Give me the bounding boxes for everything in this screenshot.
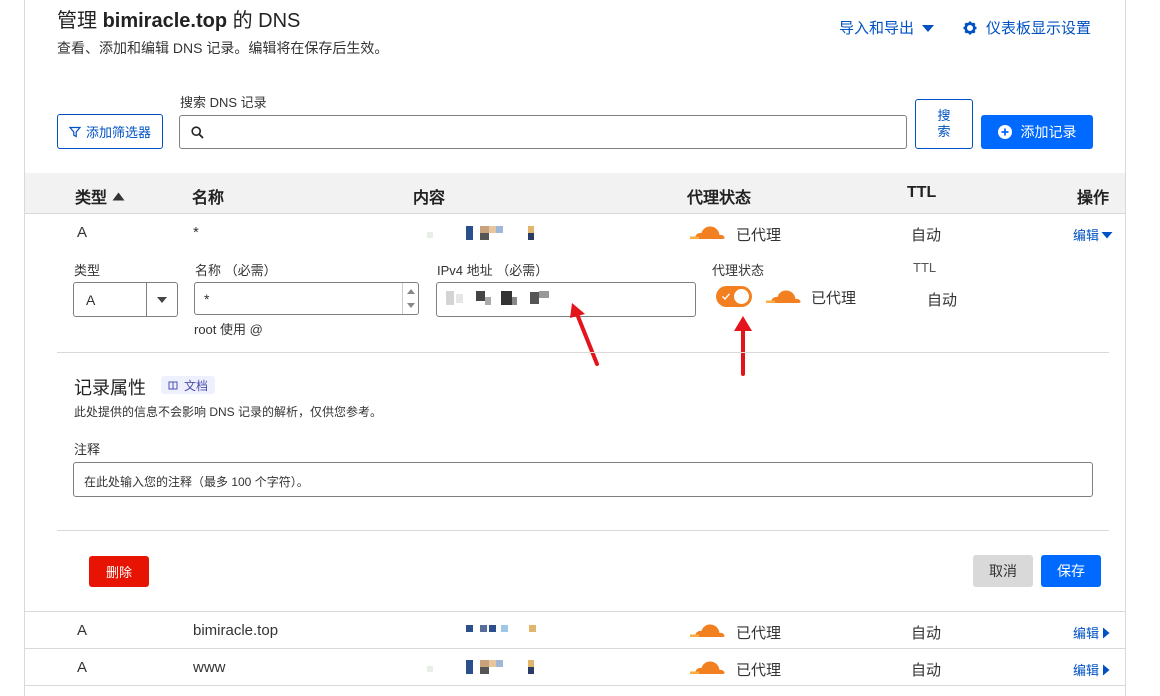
- search-button-label: 搜索: [937, 108, 951, 139]
- proxy-status-text: 已代理: [736, 227, 782, 244]
- ipv4-field-label: IPv4 地址 （必需）: [437, 263, 549, 278]
- proxy-status-text: 已代理: [736, 625, 782, 642]
- docs-badge[interactable]: 文档: [161, 376, 216, 394]
- column-type[interactable]: 类型: [75, 184, 125, 208]
- search-label: 搜索 DNS 记录: [180, 95, 267, 110]
- record-name: *: [193, 224, 199, 241]
- comment-field-label: 注释: [74, 442, 101, 457]
- caret-down-icon: [922, 24, 935, 32]
- filter-icon: [68, 126, 81, 137]
- comment-placeholder: 在此处输入您的注释（最多 100 个字符）。: [84, 475, 309, 489]
- record-type: A: [77, 622, 88, 639]
- name-input-value: *: [204, 291, 210, 307]
- search-icon: [191, 126, 204, 139]
- add-filter-button[interactable]: 添加筛选器: [57, 114, 163, 149]
- edit-label: 编辑: [1073, 663, 1100, 678]
- row-divider: [25, 648, 1125, 649]
- cloud-proxied-icon: [690, 624, 725, 637]
- cloud-proxied-icon: [690, 661, 725, 674]
- column-content: 内容: [413, 190, 446, 207]
- cloud-proxied-icon: [766, 290, 801, 303]
- column-actions: 操作: [1077, 190, 1110, 207]
- toggle-knob: [734, 289, 749, 304]
- chevron-down-icon: [157, 297, 167, 303]
- edit-label: 编辑: [1073, 626, 1100, 641]
- record-type: A: [77, 659, 88, 676]
- page-title: 管理 bimiracle.top 的 DNS: [57, 10, 301, 32]
- check-icon: [722, 293, 730, 300]
- add-record-label: 添加记录: [1020, 124, 1077, 140]
- record-type: A: [77, 224, 88, 241]
- proxy-toggle[interactable]: [716, 286, 752, 307]
- proxy-status-text: 已代理: [736, 662, 782, 679]
- dashboard-settings-link[interactable]: 仪表板显示设置: [963, 17, 1091, 38]
- column-proxy-status: 代理状态: [687, 190, 752, 207]
- name-hint: root 使用 @: [194, 322, 263, 337]
- spinner-down-icon: [407, 303, 415, 308]
- divider: [57, 352, 1109, 353]
- search-input[interactable]: [179, 115, 907, 149]
- edit-button[interactable]: 编辑: [1073, 660, 1110, 679]
- name-field-label: 名称 （必需）: [195, 263, 277, 278]
- edit-button[interactable]: 编辑: [1073, 623, 1110, 642]
- record-ttl: 自动: [911, 662, 942, 679]
- edit-button[interactable]: 编辑: [1073, 225, 1113, 244]
- save-button[interactable]: 保存: [1041, 555, 1101, 587]
- annotation-arrow-icon: [734, 316, 752, 376]
- name-input[interactable]: *: [194, 282, 419, 315]
- plus-circle-icon: [997, 125, 1012, 139]
- attributes-description: 此处提供的信息不会影响 DNS 记录的解析，仅供您参考。: [74, 405, 383, 419]
- table-header: 类型 名称 内容 代理状态 TTL 操作: [25, 173, 1125, 214]
- sort-ascending-icon: [112, 192, 125, 200]
- proxy-field-status: 已代理: [811, 290, 857, 307]
- record-name: bimiracle.top: [193, 622, 279, 639]
- row-divider: [25, 685, 1125, 686]
- record-attributes-title: 记录属性: [74, 378, 146, 398]
- record-name: www: [193, 659, 226, 676]
- import-export-label: 导入和导出: [839, 20, 915, 37]
- caret-right-icon: [1103, 664, 1110, 675]
- row-divider: [25, 611, 1125, 612]
- edit-label: 编辑: [1073, 228, 1100, 243]
- caret-right-icon: [1103, 627, 1110, 638]
- column-name: 名称: [192, 190, 225, 207]
- search-button[interactable]: 搜索: [915, 99, 973, 149]
- ttl-field-label: TTL: [913, 260, 937, 275]
- gear-icon: [963, 21, 977, 34]
- column-ttl: TTL: [907, 184, 937, 201]
- cloud-proxied-icon: [690, 226, 725, 239]
- docs-badge-label: 文档: [184, 378, 209, 393]
- page-description: 查看、添加和编辑 DNS 记录。编辑将在保存后生效。: [57, 40, 389, 56]
- cancel-button[interactable]: 取消: [973, 555, 1033, 587]
- add-filter-label: 添加筛选器: [85, 125, 151, 140]
- book-icon: [168, 381, 178, 389]
- record-ttl: 自动: [911, 227, 942, 244]
- dashboard-settings-label: 仪表板显示设置: [986, 20, 1092, 37]
- name-input-spinner[interactable]: [402, 283, 418, 314]
- type-field-label: 类型: [74, 263, 101, 278]
- ttl-field-value: 自动: [927, 292, 958, 309]
- column-type-label: 类型: [75, 190, 108, 207]
- import-export-menu[interactable]: 导入和导出: [839, 17, 935, 38]
- cancel-label: 取消: [989, 563, 1017, 579]
- add-record-button[interactable]: 添加记录: [981, 115, 1093, 149]
- annotation-arrow-icon: [570, 303, 599, 366]
- divider: [57, 530, 1109, 531]
- comment-input[interactable]: 在此处输入您的注释（最多 100 个字符）。: [73, 462, 1093, 497]
- delete-button[interactable]: 删除: [89, 556, 149, 587]
- save-label: 保存: [1057, 563, 1085, 579]
- proxy-field-label: 代理状态: [712, 263, 765, 278]
- record-ttl: 自动: [911, 625, 942, 642]
- delete-label: 删除: [105, 565, 132, 580]
- type-select-value: A: [86, 292, 96, 308]
- spinner-up-icon: [407, 289, 415, 294]
- caret-down-icon: [1101, 231, 1113, 238]
- type-select[interactable]: A: [73, 282, 178, 317]
